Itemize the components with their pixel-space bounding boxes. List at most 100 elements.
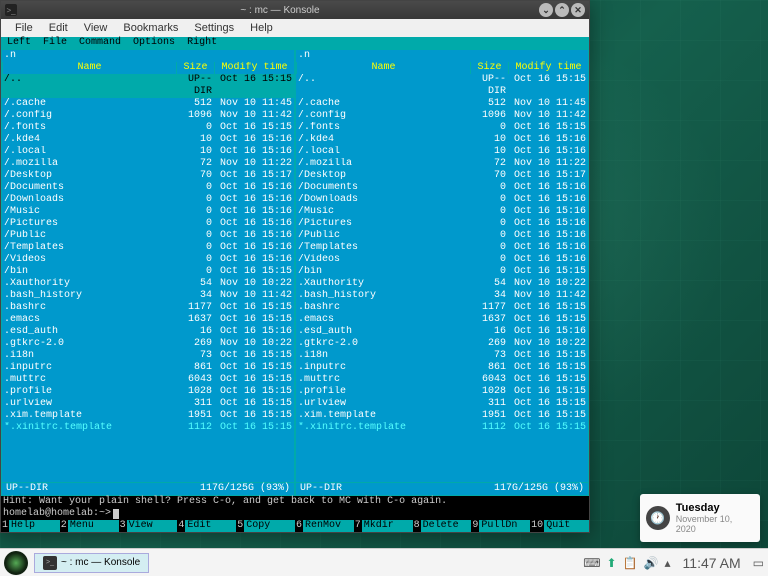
fkey-edit[interactable]: 4Edit xyxy=(177,520,236,532)
file-row[interactable]: /Videos0Oct 16 15:16 xyxy=(296,254,588,266)
file-row[interactable]: .bashrc1177Oct 16 15:15 xyxy=(2,302,294,314)
file-row[interactable]: /Downloads0Oct 16 15:16 xyxy=(2,194,294,206)
mc-menu-file[interactable]: File xyxy=(37,37,73,49)
col-name[interactable]: Name xyxy=(2,62,176,74)
file-row[interactable]: /.local10Oct 16 15:16 xyxy=(2,146,294,158)
col-mtime[interactable]: Modify time xyxy=(214,62,294,74)
file-row[interactable]: /Videos0Oct 16 15:16 xyxy=(2,254,294,266)
updates-icon[interactable]: ⬆ xyxy=(607,556,617,570)
file-row[interactable]: .emacs1637Oct 16 15:15 xyxy=(2,314,294,326)
start-menu-button[interactable] xyxy=(4,551,28,575)
fkey-copy[interactable]: 5Copy xyxy=(236,520,295,532)
right-file-list[interactable]: /..UP--DIROct 16 15:15/.cache512Nov 10 1… xyxy=(296,74,588,434)
taskbar-clock[interactable]: 11:47 AM xyxy=(677,555,747,571)
shell-prompt[interactable]: homelab@homelab:~> xyxy=(1,508,589,520)
fkey-pulldn[interactable]: 9PullDn xyxy=(471,520,530,532)
file-row[interactable]: *.xinitrc.template1112Oct 16 15:15 xyxy=(2,422,294,434)
file-row[interactable]: .esd_auth16Oct 16 15:16 xyxy=(296,326,588,338)
file-row[interactable]: /Documents0Oct 16 15:16 xyxy=(296,182,588,194)
terminal-content[interactable]: LeftFileCommandOptionsRight .n Name Size… xyxy=(1,37,589,532)
maximize-button[interactable]: ⌃ xyxy=(555,3,569,17)
mc-menu-options[interactable]: Options xyxy=(127,37,181,49)
fkey-mkdir[interactable]: 7Mkdir xyxy=(354,520,413,532)
minimize-button[interactable]: ⌄ xyxy=(539,3,553,17)
file-row[interactable]: .xim.template1951Oct 16 15:15 xyxy=(2,410,294,422)
file-row[interactable]: /.fonts0Oct 16 15:15 xyxy=(2,122,294,134)
keyboard-icon[interactable]: ⌨ xyxy=(583,556,600,570)
file-row[interactable]: /Desktop70Oct 16 15:17 xyxy=(2,170,294,182)
file-row[interactable]: /Public0Oct 16 15:16 xyxy=(296,230,588,242)
mc-top-menu[interactable]: LeftFileCommandOptionsRight xyxy=(1,37,589,49)
file-row[interactable]: /Public0Oct 16 15:16 xyxy=(2,230,294,242)
file-row[interactable]: .inputrc861Oct 16 15:15 xyxy=(2,362,294,374)
file-row[interactable]: /Templates0Oct 16 15:16 xyxy=(2,242,294,254)
file-row[interactable]: /Music0Oct 16 15:16 xyxy=(2,206,294,218)
file-row[interactable]: .Xauthority54Nov 10 10:22 xyxy=(2,278,294,290)
col-size[interactable]: Size xyxy=(470,62,508,74)
file-row[interactable]: /..UP--DIROct 16 15:15 xyxy=(296,74,588,98)
file-row[interactable]: .esd_auth16Oct 16 15:16 xyxy=(2,326,294,338)
file-row[interactable]: .i18n73Oct 16 15:15 xyxy=(296,350,588,362)
file-row[interactable]: .emacs1637Oct 16 15:15 xyxy=(296,314,588,326)
fkey-quit[interactable]: 10Quit xyxy=(530,520,589,532)
window-titlebar[interactable]: >_ ~ : mc — Konsole ⌄ ⌃ ✕ xyxy=(1,1,589,19)
left-panel[interactable]: .n Name Size Modify time /..UP--DIROct 1… xyxy=(1,49,295,496)
fkey-help[interactable]: 1Help xyxy=(1,520,60,532)
mc-menu-left[interactable]: Left xyxy=(1,37,37,49)
menu-file[interactable]: File xyxy=(7,20,41,36)
file-row[interactable]: /..UP--DIROct 16 15:15 xyxy=(2,74,294,98)
file-row[interactable]: .gtkrc-2.0269Nov 10 10:22 xyxy=(2,338,294,350)
clock-notification[interactable]: 🕐 Tuesday November 10, 2020 xyxy=(640,494,760,542)
file-row[interactable]: .profile1028Oct 16 15:15 xyxy=(2,386,294,398)
volume-icon[interactable]: 🔊 xyxy=(644,556,659,570)
file-row[interactable]: /Pictures0Oct 16 15:16 xyxy=(296,218,588,230)
file-row[interactable]: /.config1096Nov 10 11:42 xyxy=(2,110,294,122)
menu-view[interactable]: View xyxy=(76,20,116,36)
file-row[interactable]: /bin0Oct 16 15:15 xyxy=(2,266,294,278)
file-row[interactable]: /Downloads0Oct 16 15:16 xyxy=(296,194,588,206)
file-row[interactable]: /.fonts0Oct 16 15:15 xyxy=(296,122,588,134)
col-name[interactable]: Name xyxy=(296,62,470,74)
mc-menu-right[interactable]: Right xyxy=(181,37,223,49)
file-row[interactable]: /.cache512Nov 10 11:45 xyxy=(296,98,588,110)
file-row[interactable]: /Templates0Oct 16 15:16 xyxy=(296,242,588,254)
taskbar-item-konsole[interactable]: >_ ~ : mc — Konsole xyxy=(34,553,149,573)
file-row[interactable]: .bashrc1177Oct 16 15:15 xyxy=(296,302,588,314)
file-row[interactable]: .i18n73Oct 16 15:15 xyxy=(2,350,294,362)
col-size[interactable]: Size xyxy=(176,62,214,74)
file-row[interactable]: /.mozilla72Nov 10 11:22 xyxy=(296,158,588,170)
file-row[interactable]: /Desktop70Oct 16 15:17 xyxy=(296,170,588,182)
file-row[interactable]: .inputrc861Oct 16 15:15 xyxy=(296,362,588,374)
fkey-renmov[interactable]: 6RenMov xyxy=(295,520,354,532)
file-row[interactable]: .urlview311Oct 16 15:15 xyxy=(2,398,294,410)
file-row[interactable]: /.kde410Oct 16 15:16 xyxy=(296,134,588,146)
col-mtime[interactable]: Modify time xyxy=(508,62,588,74)
mc-menu-command[interactable]: Command xyxy=(73,37,127,49)
menu-bookmarks[interactable]: Bookmarks xyxy=(115,20,186,36)
file-row[interactable]: /.mozilla72Nov 10 11:22 xyxy=(2,158,294,170)
file-row[interactable]: .gtkrc-2.0269Nov 10 10:22 xyxy=(296,338,588,350)
file-row[interactable]: .muttrc6043Oct 16 15:15 xyxy=(2,374,294,386)
show-desktop-icon[interactable]: ▭ xyxy=(753,556,764,570)
file-row[interactable]: *.xinitrc.template1112Oct 16 15:15 xyxy=(296,422,588,434)
tray-expand-icon[interactable]: ▴ xyxy=(665,556,671,570)
file-row[interactable]: /Documents0Oct 16 15:16 xyxy=(2,182,294,194)
file-row[interactable]: .profile1028Oct 16 15:15 xyxy=(296,386,588,398)
menu-edit[interactable]: Edit xyxy=(41,20,76,36)
file-row[interactable]: .urlview311Oct 16 15:15 xyxy=(296,398,588,410)
file-row[interactable]: /Pictures0Oct 16 15:16 xyxy=(2,218,294,230)
file-row[interactable]: /.config1096Nov 10 11:42 xyxy=(296,110,588,122)
file-row[interactable]: /.local10Oct 16 15:16 xyxy=(296,146,588,158)
fkey-view[interactable]: 3View xyxy=(119,520,178,532)
right-panel[interactable]: .n Name Size Modify time /..UP--DIROct 1… xyxy=(295,49,589,496)
file-row[interactable]: /.kde410Oct 16 15:16 xyxy=(2,134,294,146)
file-row[interactable]: .bash_history34Nov 10 11:42 xyxy=(296,290,588,302)
file-row[interactable]: .xim.template1951Oct 16 15:15 xyxy=(296,410,588,422)
clipboard-icon[interactable]: 📋 xyxy=(623,556,638,570)
file-row[interactable]: /Music0Oct 16 15:16 xyxy=(296,206,588,218)
file-row[interactable]: /.cache512Nov 10 11:45 xyxy=(2,98,294,110)
menu-settings[interactable]: Settings xyxy=(186,20,242,36)
left-file-list[interactable]: /..UP--DIROct 16 15:15/.cache512Nov 10 1… xyxy=(2,74,294,434)
file-row[interactable]: .Xauthority54Nov 10 10:22 xyxy=(296,278,588,290)
file-row[interactable]: /bin0Oct 16 15:15 xyxy=(296,266,588,278)
